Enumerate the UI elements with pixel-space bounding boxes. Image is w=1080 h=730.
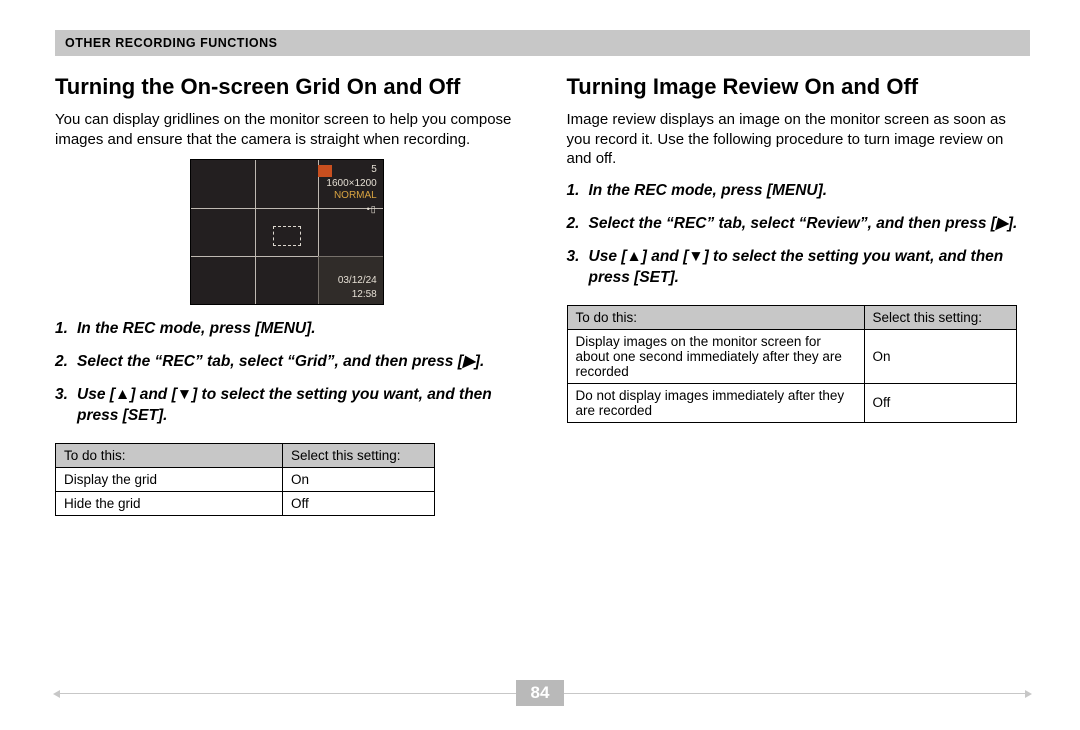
table-cell: On [864, 329, 1016, 383]
right-table: To do this: Select this setting: Display… [567, 305, 1017, 423]
table-cell: Off [864, 383, 1016, 422]
table-row: Hide the grid Off [56, 492, 435, 516]
right-column: Turning Image Review On and Off Image re… [567, 74, 1031, 516]
cam-count: 5 [371, 164, 377, 175]
section-header: OTHER RECORDING FUNCTIONS [55, 30, 1030, 56]
table-header: To do this: [567, 305, 864, 329]
right-step: 2.Select the “REC” tab, select “Review”,… [567, 214, 1031, 235]
camera-preview: 5 1600×1200 NORMAL •▯ 03/12/24 12:58 [190, 159, 384, 305]
table-header-row: To do this: Select this setting: [56, 444, 435, 468]
card-icon: •▯ [367, 204, 377, 215]
rec-icon [318, 165, 332, 177]
left-steps: 1.In the REC mode, press [MENU]. 2.Selec… [55, 319, 519, 427]
table-cell: Do not display images immediately after … [567, 383, 864, 422]
left-step: 1.In the REC mode, press [MENU]. [55, 319, 519, 340]
table-header: Select this setting: [283, 444, 435, 468]
table-row: Display images on the monitor screen for… [567, 329, 1016, 383]
table-cell: Off [283, 492, 435, 516]
right-step: 3.Use [▲] and [▼] to select the setting … [567, 247, 1031, 289]
grid-h1 [191, 208, 383, 209]
left-title: Turning the On-screen Grid On and Off [55, 74, 519, 100]
table-cell: Display the grid [56, 468, 283, 492]
cam-quality: NORMAL [334, 190, 377, 201]
content-columns: Turning the On-screen Grid On and Off Yo… [55, 74, 1030, 516]
table-cell: Hide the grid [56, 492, 283, 516]
table-cell: On [283, 468, 435, 492]
left-lead: You can display gridlines on the monitor… [55, 110, 519, 149]
right-title: Turning Image Review On and Off [567, 74, 1031, 100]
cam-time: 12:58 [352, 289, 377, 300]
focus-frame [273, 226, 301, 246]
cam-date: 03/12/24 [338, 275, 377, 286]
table-row: Do not display images immediately after … [567, 383, 1016, 422]
left-step: 3.Use [▲] and [▼] to select the setting … [55, 385, 519, 427]
table-header-row: To do this: Select this setting: [567, 305, 1016, 329]
left-table: To do this: Select this setting: Display… [55, 443, 435, 516]
table-header: Select this setting: [864, 305, 1016, 329]
cam-res: 1600×1200 [326, 178, 376, 189]
left-step: 2.Select the “REC” tab, select “Grid”, a… [55, 352, 519, 373]
left-column: Turning the On-screen Grid On and Off Yo… [55, 74, 519, 516]
right-steps: 1.In the REC mode, press [MENU]. 2.Selec… [567, 181, 1031, 289]
table-cell: Display images on the monitor screen for… [567, 329, 864, 383]
table-header: To do this: [56, 444, 283, 468]
page-number: 84 [516, 680, 564, 706]
table-row: Display the grid On [56, 468, 435, 492]
section-header-text: OTHER RECORDING FUNCTIONS [65, 36, 278, 50]
page: OTHER RECORDING FUNCTIONS Turning the On… [0, 0, 1080, 730]
right-lead: Image review displays an image on the mo… [567, 110, 1031, 169]
grid-v1 [255, 160, 256, 304]
right-step: 1.In the REC mode, press [MENU]. [567, 181, 1031, 202]
